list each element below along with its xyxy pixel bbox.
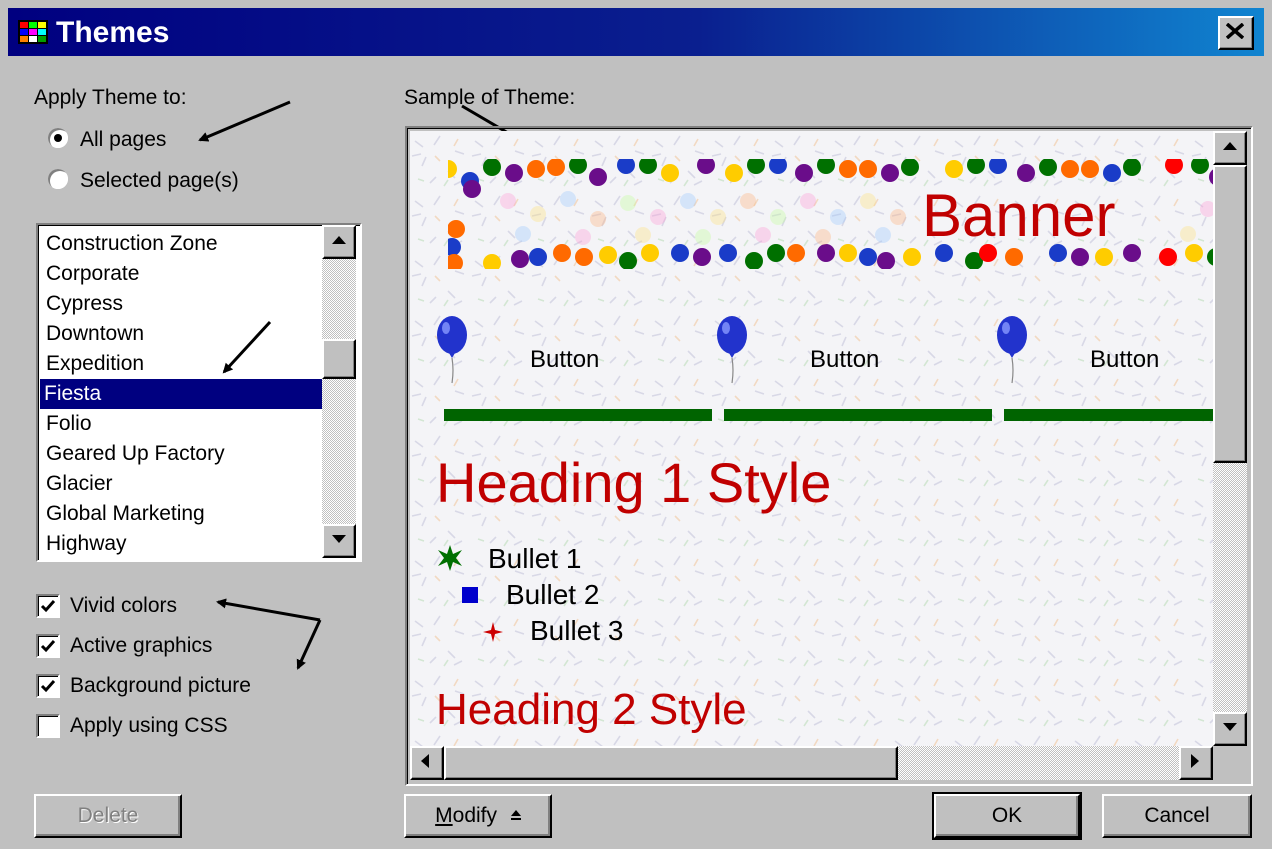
nav-button-3: Button (1090, 346, 1160, 373)
balloon-icon (997, 316, 1027, 384)
arrow-right-icon (1191, 754, 1199, 768)
nav-button-1: Button (530, 346, 600, 373)
ok-button[interactable]: OK (932, 792, 1082, 840)
red-diamond-bullet-icon (483, 622, 503, 642)
preview-vertical-scrollbar[interactable] (1213, 131, 1247, 746)
balloon-icon (437, 316, 467, 384)
annotation-arrow (198, 100, 291, 142)
theme-preview-canvas: Banner Button Button Button Heading 1 St… (410, 131, 1213, 746)
scrollbar-corner (1214, 747, 1248, 781)
cancel-button-label: Cancel (1144, 804, 1210, 827)
arrow-up-icon (1223, 142, 1237, 150)
nav-underline-bar (444, 409, 712, 421)
nav-button-2: Button (810, 346, 880, 373)
modify-button[interactable]: Modify (404, 794, 552, 838)
banner-text: Banner (922, 182, 1116, 249)
balloon-icon (717, 316, 747, 384)
green-star-bullet-icon (438, 545, 462, 571)
nav-underline-bar (1004, 409, 1213, 421)
ok-button-label: OK (991, 804, 1023, 827)
preview-scroll-down-button[interactable] (1213, 712, 1247, 746)
cancel-button[interactable]: Cancel (1102, 794, 1252, 838)
arrow-left-icon (421, 754, 429, 768)
sample-theme-label: Sample of Theme: (404, 86, 576, 109)
heading-2-sample: Heading 2 Style (436, 685, 747, 734)
annotation-arrow (216, 598, 321, 622)
preview-hscroll-thumb[interactable] (444, 746, 898, 780)
arrow-down-icon (1223, 723, 1237, 731)
bullet-3: Bullet 3 (530, 615, 624, 646)
delete-button-label: Delete (77, 804, 139, 827)
bullet-2: Bullet 2 (506, 579, 600, 610)
preview-vscroll-thumb[interactable] (1213, 165, 1247, 463)
annotation-arrow (296, 619, 322, 670)
theme-preview-pane: Banner Button Button Button Heading 1 St… (405, 126, 1253, 786)
nav-underline-bar (724, 409, 992, 421)
bullet-1: Bullet 1 (488, 543, 582, 574)
annotation-arrow (222, 320, 272, 374)
blue-square-bullet-icon (462, 587, 478, 603)
preview-scroll-left-button[interactable] (410, 746, 444, 780)
modify-button-label: odify (452, 804, 497, 827)
expand-up-icon (510, 810, 521, 821)
modify-mnemonic: M (435, 804, 453, 827)
heading-1-sample: Heading 1 Style (436, 451, 832, 514)
preview-horizontal-scrollbar[interactable] (410, 746, 1213, 780)
preview-scroll-right-button[interactable] (1179, 746, 1213, 780)
preview-scroll-up-button[interactable] (1213, 131, 1247, 165)
delete-button[interactable]: Delete (34, 794, 182, 838)
